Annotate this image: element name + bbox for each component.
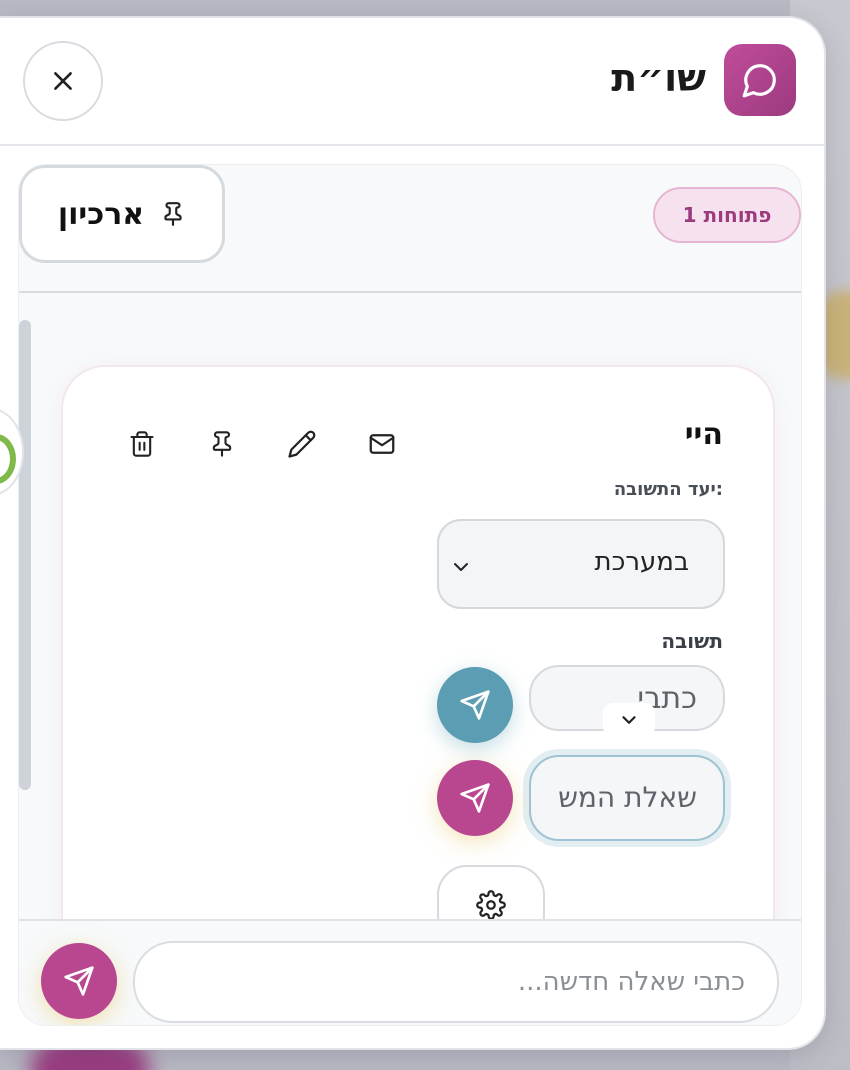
panel-header: שו״ת	[0, 18, 824, 146]
trash-icon	[130, 431, 154, 457]
question-title: היי	[684, 417, 723, 452]
answer-target-value: במערכת	[594, 547, 689, 577]
email-icon	[369, 434, 395, 454]
send-icon	[460, 690, 490, 720]
qa-panel: שו״ת ארכיון 1 פתוחות היי יעד התשובה: במע…	[0, 16, 826, 1050]
send-icon	[64, 966, 94, 996]
send-icon	[460, 783, 490, 813]
chevron-down-icon	[622, 716, 636, 724]
expand-toggle[interactable]	[603, 703, 655, 737]
qa-toolbar: ארכיון 1 פתוחות	[19, 165, 801, 293]
panel-title: שו״ת	[611, 56, 706, 100]
pin-icon	[212, 431, 232, 457]
send-answer-button[interactable]	[437, 667, 513, 743]
archive-label: ארכיון	[57, 196, 145, 232]
new-question-input[interactable]	[133, 941, 779, 1023]
send-new-question-button[interactable]	[41, 943, 117, 1019]
edit-button[interactable]	[285, 427, 319, 461]
close-button[interactable]	[23, 41, 103, 121]
gear-icon	[476, 890, 506, 920]
question-followup-input[interactable]: שאלת המש	[529, 755, 725, 841]
open-count-badge[interactable]: 1 פתוחות	[653, 187, 801, 243]
composer-bar	[19, 919, 801, 1025]
delete-button[interactable]	[125, 427, 159, 461]
answer-target-label: יעד התשובה:	[613, 479, 723, 500]
email-button[interactable]	[365, 427, 399, 461]
scrollbar[interactable]	[19, 320, 31, 790]
send-question-button[interactable]	[437, 760, 513, 836]
edit-icon	[288, 430, 316, 458]
answer-label: תשובה	[661, 629, 723, 653]
pin-button[interactable]	[205, 427, 239, 461]
pin-icon	[164, 202, 182, 226]
chevron-down-icon	[454, 563, 468, 571]
answer-target-select[interactable]: במערכת	[437, 519, 725, 609]
chat-bubble-icon	[724, 44, 796, 116]
close-icon	[54, 72, 72, 90]
question-followup-text: שאלת המש	[558, 781, 697, 814]
archive-button[interactable]: ארכיון	[19, 165, 225, 263]
qa-body: ארכיון 1 פתוחות היי יעד התשובה: במערכת ת…	[18, 164, 802, 1026]
